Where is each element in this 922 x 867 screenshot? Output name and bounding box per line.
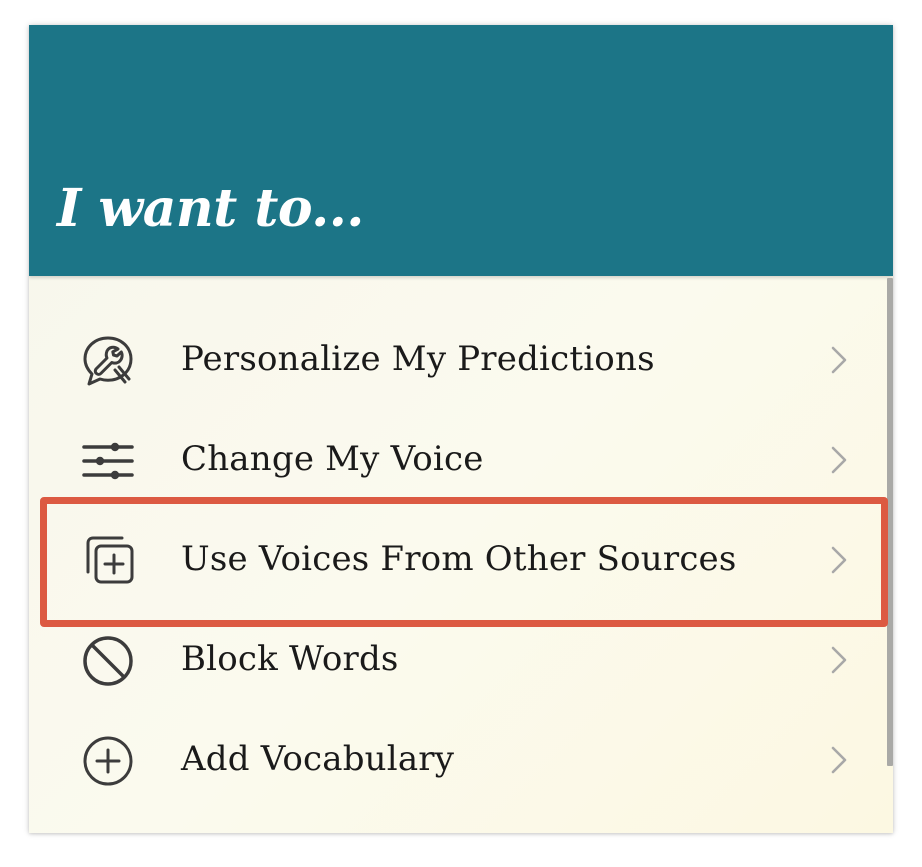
menu-item-block-words[interactable]: Block Words — [29, 610, 879, 710]
chevron-right-icon — [829, 744, 849, 776]
add-copy-icon — [79, 532, 137, 590]
chat-wrench-icon — [79, 332, 137, 390]
scrollbar[interactable] — [887, 278, 893, 766]
menu-item-personalize-predictions[interactable]: Personalize My Predictions — [29, 310, 879, 410]
options-panel: I want to... Personalize My Predictions — [29, 25, 893, 833]
chevron-right-icon — [829, 444, 849, 476]
sliders-icon — [79, 432, 137, 490]
menu-item-use-other-voices[interactable]: Use Voices From Other Sources — [29, 510, 879, 610]
menu-item-add-vocabulary[interactable]: Add Vocabulary — [29, 710, 879, 810]
menu-item-change-voice[interactable]: Change My Voice — [29, 410, 879, 510]
menu-item-label: Use Voices From Other Sources — [181, 539, 737, 579]
chevron-right-icon — [829, 644, 849, 676]
menu-item-label: Add Vocabulary — [181, 739, 455, 779]
menu-item-label: Change My Voice — [181, 439, 484, 479]
chevron-right-icon — [829, 544, 849, 576]
menu-item-label: Block Words — [181, 639, 399, 679]
menu-item-label: Personalize My Predictions — [181, 339, 655, 379]
page-title: I want to... — [57, 178, 364, 239]
chevron-right-icon — [829, 344, 849, 376]
panel-header: I want to... — [29, 25, 893, 276]
plus-circle-icon — [79, 732, 137, 790]
block-icon — [79, 632, 137, 690]
